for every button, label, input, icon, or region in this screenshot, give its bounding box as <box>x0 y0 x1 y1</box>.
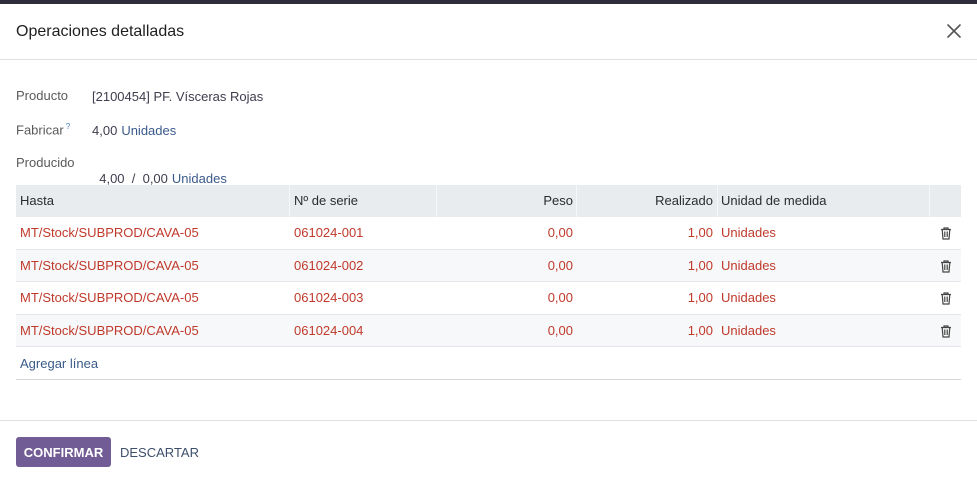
move-lines-table: Hasta Nº de serie Peso Realizado Unidad … <box>16 185 961 380</box>
trash-icon <box>941 292 951 305</box>
close-icon <box>947 24 961 38</box>
cell-serie[interactable]: 061024-002 <box>294 250 363 282</box>
cell-hasta[interactable]: MT/Stock/SUBPROD/CAVA-05 <box>20 282 199 314</box>
producido-value: 4,00 / 0,00 Unidades <box>92 156 227 186</box>
table-row[interactable]: MT/Stock/SUBPROD/CAVA-05 061024-001 0,00… <box>16 217 961 250</box>
fabricar-uom: Unidades <box>121 123 177 138</box>
producido-qty: 4,00 / 0,00 <box>99 171 168 186</box>
cell-peso[interactable]: 0,00 <box>436 217 573 249</box>
cell-serie[interactable]: 061024-003 <box>294 282 363 314</box>
trash-icon <box>941 324 951 338</box>
add-line-row: Agregar línea <box>16 347 961 380</box>
delete-row-button[interactable] <box>940 259 952 273</box>
col-serie[interactable]: Nº de serie <box>294 185 358 217</box>
trash-icon <box>941 227 951 240</box>
cell-uom[interactable]: Unidades <box>721 217 776 249</box>
help-tooltip[interactable]: ? <box>66 122 70 131</box>
dialog-header: Operaciones detalladas <box>0 4 977 60</box>
fabricar-label: Fabricar? <box>16 122 70 137</box>
cell-uom[interactable]: Unidades <box>721 250 776 282</box>
cell-hasta[interactable]: MT/Stock/SUBPROD/CAVA-05 <box>20 217 199 249</box>
table-row[interactable]: MT/Stock/SUBPROD/CAVA-05 061024-003 0,00… <box>16 282 961 315</box>
producido-uom: Unidades <box>171 171 227 186</box>
fabricar-label-text: Fabricar <box>16 122 64 138</box>
delete-row-button[interactable] <box>940 227 952 240</box>
cell-hasta[interactable]: MT/Stock/SUBPROD/CAVA-05 <box>20 315 199 347</box>
cell-peso[interactable]: 0,00 <box>436 250 573 282</box>
product-name: [2100454] PF. Vísceras Rojas <box>92 89 264 104</box>
table-row[interactable]: MT/Stock/SUBPROD/CAVA-05 061024-002 0,00… <box>16 249 961 282</box>
cell-uom[interactable]: Unidades <box>721 315 776 347</box>
col-realizado[interactable]: Realizado <box>576 185 713 217</box>
cell-hasta[interactable]: MT/Stock/SUBPROD/CAVA-05 <box>20 250 199 282</box>
col-divider <box>929 185 930 217</box>
col-peso[interactable]: Peso <box>436 185 573 217</box>
delete-row-button[interactable] <box>940 292 952 305</box>
fabricar-qty: 4,00 <box>92 123 118 138</box>
add-line-link[interactable]: Agregar línea <box>20 347 98 380</box>
fabricar-value: 4,00 Unidades <box>92 123 176 138</box>
col-divider <box>289 185 290 217</box>
confirm-button[interactable]: CONFIRMAR <box>16 437 111 467</box>
dialog-title: Operaciones detalladas <box>16 23 185 40</box>
cell-uom[interactable]: Unidades <box>721 282 776 314</box>
cell-serie[interactable]: 061024-001 <box>294 217 363 249</box>
product-label: Producto <box>16 88 69 103</box>
col-divider <box>717 185 718 217</box>
cell-realizado[interactable]: 1,00 <box>576 217 713 249</box>
col-hasta[interactable]: Hasta <box>20 185 54 217</box>
close-button[interactable] <box>945 22 963 40</box>
product-value[interactable]: [2100454] PF. Vísceras Rojas <box>92 89 263 104</box>
cell-peso[interactable]: 0,00 <box>436 315 573 347</box>
cell-realizado[interactable]: 1,00 <box>576 250 713 282</box>
footer-divider <box>0 420 977 421</box>
discard-button[interactable]: DESCARTAR <box>116 437 203 467</box>
table-header: Hasta Nº de serie Peso Realizado Unidad … <box>16 185 961 217</box>
cell-realizado[interactable]: 1,00 <box>576 315 713 347</box>
trash-icon <box>941 259 951 273</box>
cell-peso[interactable]: 0,00 <box>436 282 573 314</box>
cell-realizado[interactable]: 1,00 <box>576 282 713 314</box>
cell-serie[interactable]: 061024-004 <box>294 315 363 347</box>
delete-row-button[interactable] <box>940 324 952 338</box>
producido-label: Producido <box>16 155 75 170</box>
table-row[interactable]: MT/Stock/SUBPROD/CAVA-05 061024-004 0,00… <box>16 314 961 347</box>
col-uom[interactable]: Unidad de medida <box>721 185 827 217</box>
